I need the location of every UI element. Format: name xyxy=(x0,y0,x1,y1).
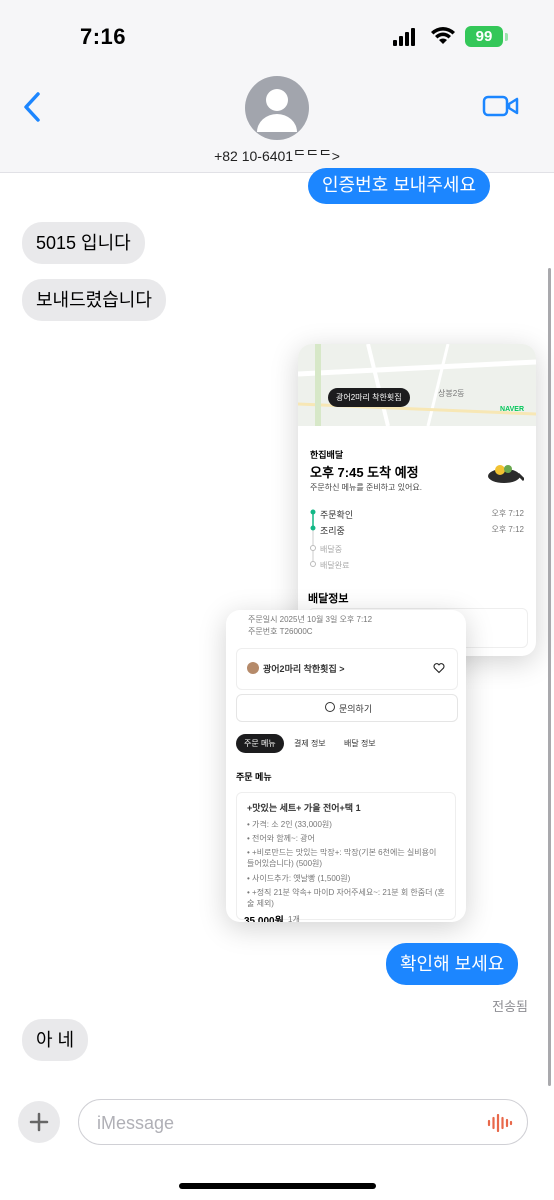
map-store-pill: 광어2마리 착한횟집 xyxy=(328,388,410,407)
eta-subtitle: 주문하신 메뉴를 준비하고 있어요. xyxy=(310,483,422,492)
outgoing-message[interactable]: 확인해 보세요 xyxy=(386,943,519,985)
incoming-message[interactable]: 5015 입니다 xyxy=(22,222,145,264)
delivery-type: 한집배달 xyxy=(310,450,344,460)
order-number: 주문번호 T26000C xyxy=(248,627,313,636)
video-camera-icon[interactable] xyxy=(482,94,520,118)
avatar-icon[interactable] xyxy=(245,76,309,140)
conversation-header: +82 10-6401ᄃᄃᄃ> xyxy=(0,70,554,173)
plus-icon[interactable] xyxy=(18,1101,60,1143)
step-time: 오후 7:12 xyxy=(491,525,524,534)
menu-price: 35,000원 xyxy=(244,916,284,922)
heart-icon[interactable] xyxy=(433,662,445,674)
inquiry-label: 문의하기 xyxy=(339,704,373,714)
back-chevron-icon[interactable] xyxy=(18,90,46,124)
audio-waveform-icon[interactable] xyxy=(487,1114,513,1132)
status-time: 7:16 xyxy=(80,24,127,49)
cellular-signal-icon xyxy=(393,28,417,46)
menu-option: • +비로만드는 맛있는 막장+: 막장(기본 6천에는 실비용이 들어있습니다… xyxy=(247,848,437,868)
step-time: 오후 7:12 xyxy=(491,509,524,518)
menu-option: • 가격: 소 2인 (33,000원) xyxy=(247,820,332,829)
menu-item-box: +맛있는 세트+ 가을 전어+택 1 • 가격: 소 2인 (33,000원) … xyxy=(236,792,456,920)
food-pan-icon xyxy=(488,465,524,483)
image-attachment-order[interactable]: 주문일시 2025년 10월 3일 오후 7:12 주문번호 T26000C 광… xyxy=(226,610,466,922)
tab-delivery[interactable]: 배달 정보 xyxy=(344,738,376,749)
step-label: 조리중 xyxy=(320,526,345,536)
question-icon xyxy=(325,702,335,712)
order-menu-heading: 주문 메뉴 xyxy=(236,772,272,782)
menu-option: • +정직 21분 약속+ 마이D 자어주세요~: 21분 회 한줌더 (혼술 … xyxy=(247,888,445,908)
store-logo-icon xyxy=(247,662,259,674)
progress-line xyxy=(310,509,316,567)
incoming-message[interactable]: 보내드렸습니다 xyxy=(22,279,166,321)
map-area-label: 상봉2동 xyxy=(438,389,465,398)
tab-payment[interactable]: 결제 정보 xyxy=(294,738,326,749)
message-input-container[interactable] xyxy=(78,1099,528,1145)
menu-item-title: +맛있는 세트+ 가을 전어+택 1 xyxy=(247,803,361,813)
message-input[interactable] xyxy=(95,1110,479,1136)
scroll-indicator[interactable] xyxy=(548,268,551,1086)
delivery-info-title: 배달정보 xyxy=(308,593,349,605)
home-indicator xyxy=(179,1183,376,1189)
eta-title: 오후 7:45 도착 예정 xyxy=(310,465,419,480)
order-date: 주문일시 2025년 10월 3일 오후 7:12 xyxy=(248,615,373,624)
delivered-status: 전송됨 xyxy=(492,999,528,1014)
menu-qty: 1개 xyxy=(288,915,300,922)
status-bar: 7:16 99 xyxy=(0,0,554,70)
inquiry-button[interactable]: 문의하기 xyxy=(236,694,458,722)
tab-order-menu[interactable]: 주문 메뉴 xyxy=(236,734,284,753)
store-name: 광어2마리 착한횟집 > xyxy=(263,664,345,674)
menu-option: • 사이드추가: 옛날빵 (1,500원) xyxy=(247,874,351,883)
store-row: 광어2마리 착한횟집 > xyxy=(236,648,458,690)
map-preview: 광어2마리 착한횟집 상봉2동 NAVER xyxy=(298,344,536,427)
map-brand: NAVER xyxy=(500,406,524,413)
battery-tip xyxy=(505,33,508,41)
wifi-icon xyxy=(431,27,455,44)
battery-icon: 99 xyxy=(465,26,503,47)
step-label: 배달중 xyxy=(320,545,343,554)
incoming-message[interactable]: 아 네 xyxy=(22,1019,89,1061)
menu-option: • 전어와 함께~: 광어 xyxy=(247,834,315,843)
step-label: 배달완료 xyxy=(320,561,350,570)
outgoing-message[interactable]: 인증번호 보내주세요 xyxy=(308,168,491,204)
contact-name[interactable]: +82 10-6401ᄃᄃᄃ> xyxy=(0,146,554,166)
step-label: 주문확인 xyxy=(320,510,354,520)
